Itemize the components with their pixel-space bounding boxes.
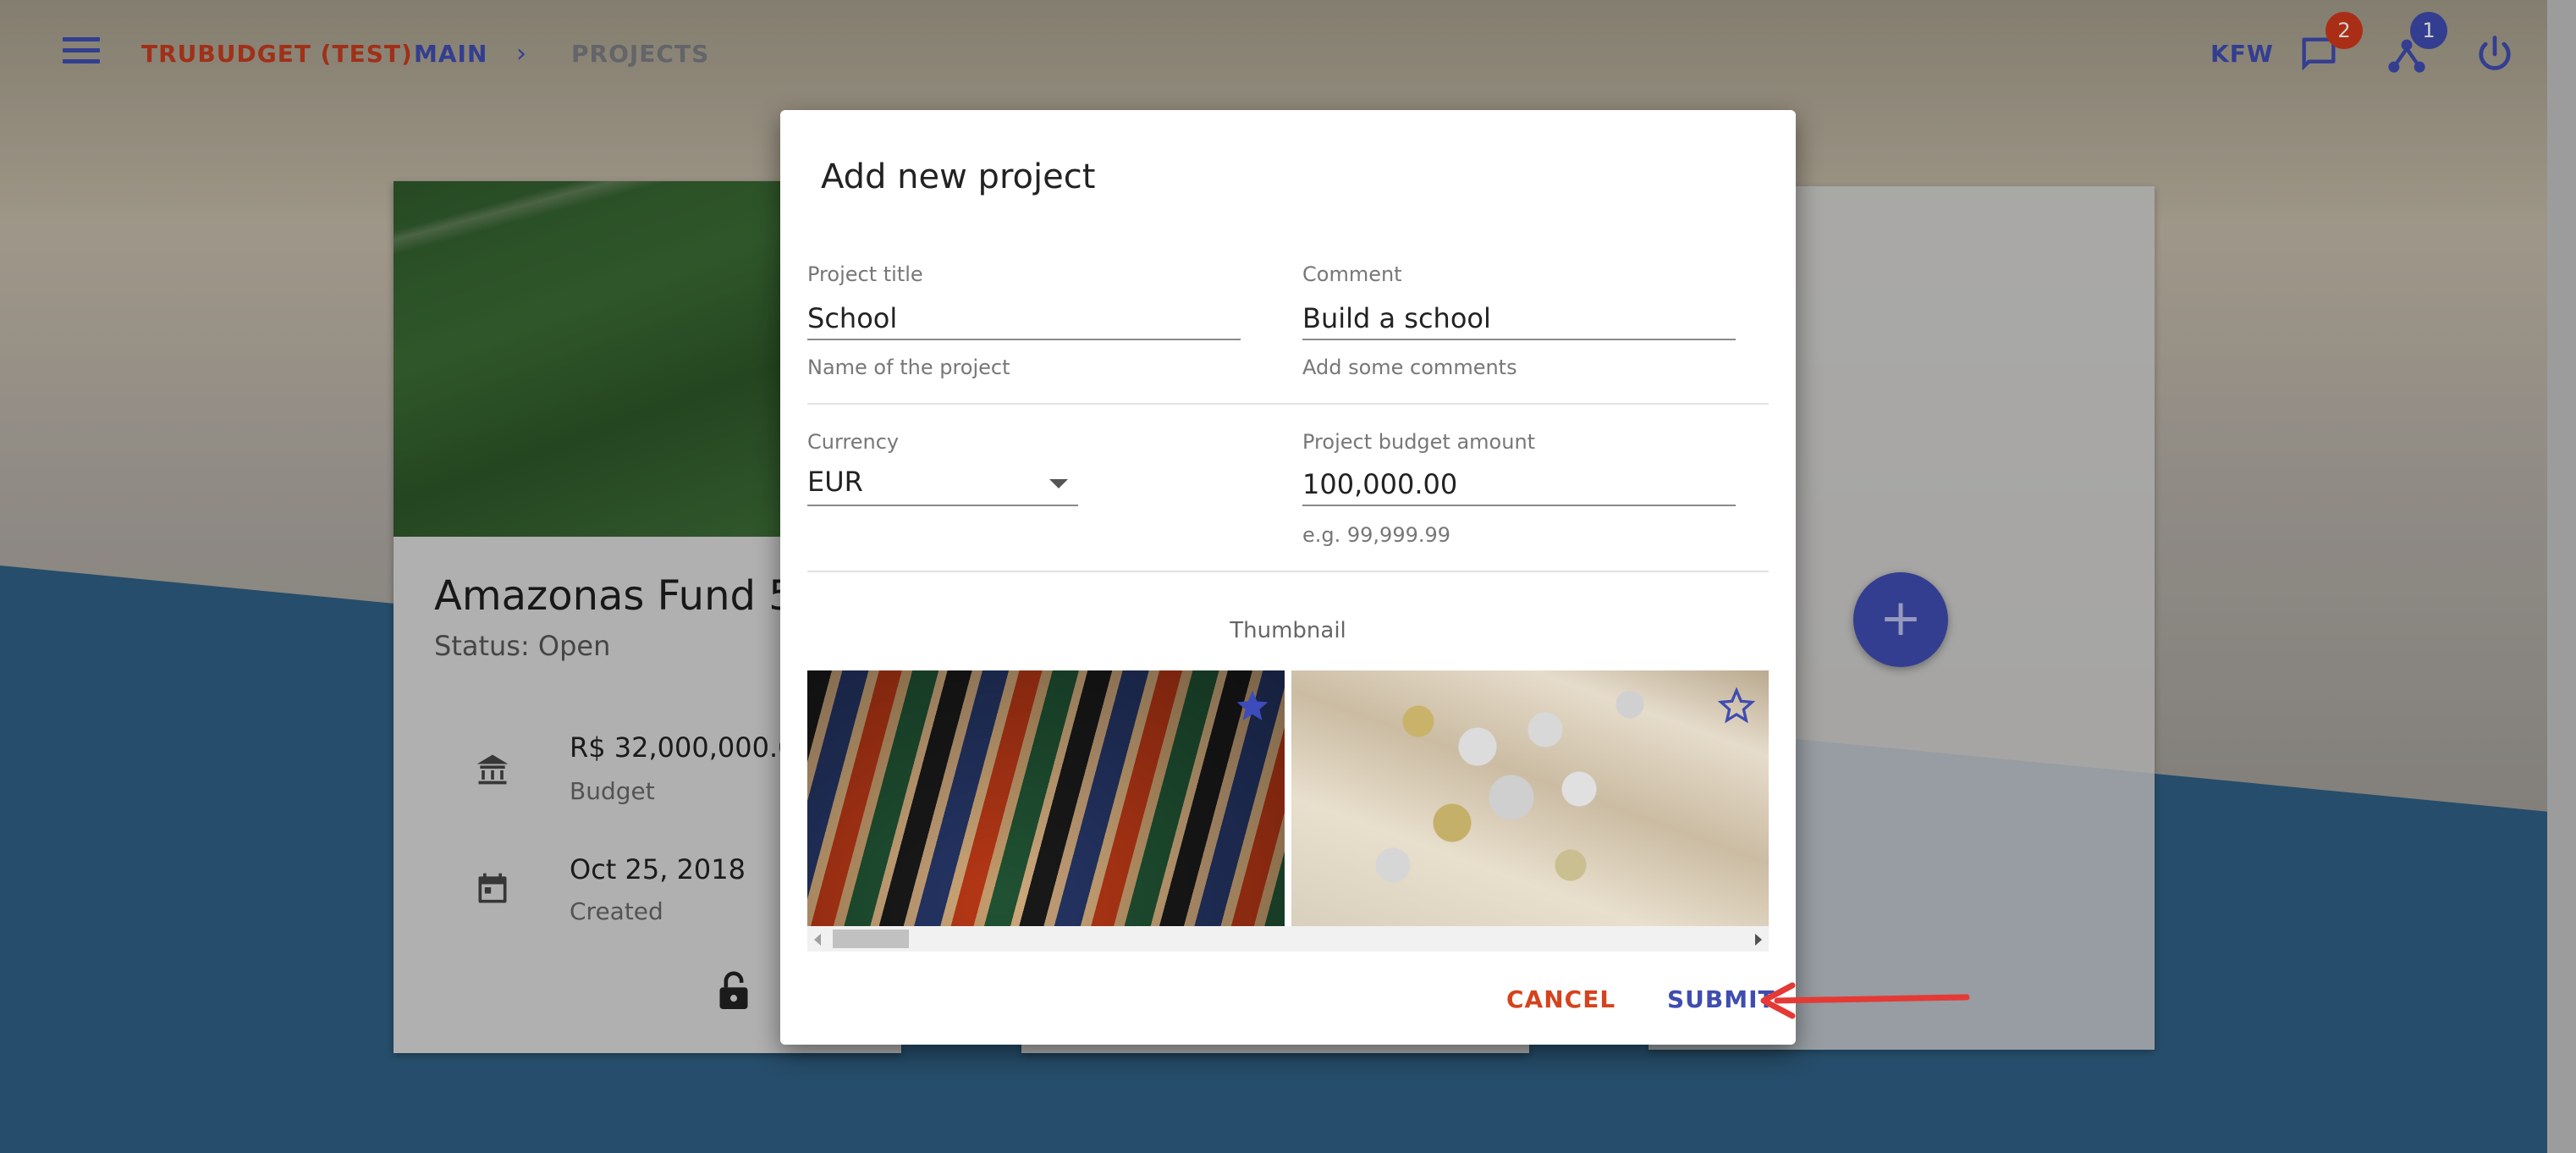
currency-select[interactable]: EUR xyxy=(807,462,1078,506)
dropdown-caret-icon xyxy=(1049,479,1068,488)
project-title-input[interactable] xyxy=(807,298,1241,340)
cancel-button[interactable]: CANCEL xyxy=(1496,979,1626,1020)
budget-label: Project budget amount xyxy=(1302,430,1536,454)
scroll-left-icon[interactable] xyxy=(814,934,821,946)
star-filled-icon[interactable] xyxy=(1234,687,1271,725)
scrollbar-thumb[interactable] xyxy=(833,930,909,948)
section-divider xyxy=(807,571,1769,572)
project-title-label: Project title xyxy=(807,262,923,286)
comment-input[interactable] xyxy=(1302,298,1736,340)
budget-helper: e.g. 99,999.99 xyxy=(1302,523,1451,547)
thumbnail-money[interactable] xyxy=(1291,670,1769,926)
section-divider xyxy=(807,403,1769,405)
scroll-right-icon[interactable] xyxy=(1755,934,1762,946)
budget-amount-input[interactable] xyxy=(1302,464,1736,506)
add-project-dialog: Add new project Project title Name of th… xyxy=(780,110,1796,1045)
thumbnail-list xyxy=(807,670,1769,926)
dialog-title: Add new project xyxy=(821,157,1096,196)
comment-helper: Add some comments xyxy=(1302,356,1517,379)
thumbnail-scrollbar[interactable] xyxy=(807,926,1769,952)
thumbnail-pencils[interactable] xyxy=(807,670,1285,926)
thumbnail-label: Thumbnail xyxy=(1230,618,1346,643)
currency-label: Currency xyxy=(807,430,900,454)
annotation-arrow-icon xyxy=(1760,982,1970,1019)
star-outline-icon[interactable] xyxy=(1718,687,1755,725)
comment-label: Comment xyxy=(1302,262,1402,286)
currency-value: EUR xyxy=(807,466,863,498)
project-title-helper: Name of the project xyxy=(807,356,1010,379)
